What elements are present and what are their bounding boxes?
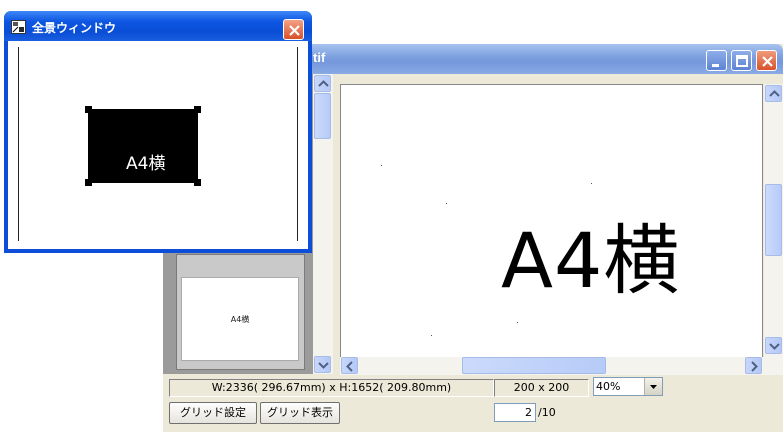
scroll-thumb[interactable] [765, 184, 782, 256]
overview-window: 全景ウィンドウ A4横 [4, 11, 312, 253]
canvas-text: A4横 [501, 216, 681, 305]
chevron-down-icon [318, 362, 329, 369]
maximize-icon [736, 55, 748, 67]
overview-close-button[interactable] [283, 19, 304, 40]
chevron-up-icon [318, 80, 329, 87]
chevron-down-icon [769, 343, 780, 350]
overview-body[interactable]: A4横 [8, 41, 308, 249]
resize-handle[interactable] [85, 106, 92, 113]
chevron-left-icon [346, 361, 353, 372]
zoom-select[interactable]: 40% [593, 377, 663, 396]
zoom-dropdown-button[interactable] [644, 378, 662, 395]
minimize-icon [712, 64, 719, 67]
resize-handle[interactable] [194, 179, 201, 186]
tool-bar: グリッド設定 グリッド表示 2 /10 [163, 400, 783, 427]
resize-handle[interactable] [85, 179, 92, 186]
grid-settings-button[interactable]: グリッド設定 [169, 402, 257, 424]
thumbnail-page: A4横 [181, 277, 299, 361]
chevron-up-icon [769, 90, 780, 97]
scroll-thumb[interactable] [462, 357, 606, 374]
close-icon [289, 25, 300, 36]
overview-app-icon-glyph [12, 22, 24, 33]
close-button[interactable] [756, 50, 777, 71]
zoom-value: 40% [596, 380, 621, 393]
grid-size: 200 x 200 [494, 379, 589, 397]
scroll-up-button[interactable] [765, 85, 782, 102]
speck [381, 165, 382, 166]
speck [446, 203, 447, 204]
speck [517, 322, 518, 323]
maximize-button[interactable] [731, 50, 752, 71]
thumbnail-text: A4横 [230, 315, 250, 324]
page-thumbnail[interactable]: A4横 [176, 254, 305, 370]
scroll-left-button[interactable] [341, 357, 358, 374]
overview-title: 全景ウィンドウ [32, 21, 117, 35]
status-bar: W:2336( 296.67mm) x H:1652( 209.80mm) 20… [163, 376, 783, 398]
canvas-horizontal-scrollbar[interactable] [340, 357, 764, 375]
thumbnail-scrollbar[interactable] [313, 74, 333, 374]
scroll-right-button[interactable] [745, 357, 762, 374]
page-total: /10 [538, 406, 556, 419]
image-window-title: tif [313, 50, 326, 65]
overview-titlebar[interactable]: 全景ウィンドウ [4, 11, 312, 41]
grid-show-button[interactable]: グリッド表示 [260, 402, 340, 424]
scroll-down-button[interactable] [765, 337, 782, 354]
chevron-right-icon [751, 361, 758, 372]
scroll-up-button[interactable] [314, 75, 331, 92]
minimize-button[interactable] [706, 50, 727, 71]
scroll-thumb[interactable] [314, 93, 331, 139]
viewport-rectangle[interactable]: A4横 [88, 109, 198, 183]
chevron-down-icon [650, 385, 657, 389]
overview-app-icon [11, 20, 26, 34]
canvas-vertical-scrollbar[interactable] [764, 84, 783, 375]
scroll-down-button[interactable] [314, 356, 331, 373]
resize-handle[interactable] [194, 106, 201, 113]
speck [431, 335, 432, 336]
speck [591, 183, 592, 184]
close-icon [762, 56, 773, 67]
image-dimensions: W:2336( 296.67mm) x H:1652( 209.80mm) [169, 379, 494, 397]
page-number-input[interactable]: 2 [494, 403, 536, 422]
image-canvas[interactable]: A4横 [340, 84, 763, 375]
overview-preview-text: A4横 [126, 154, 166, 174]
